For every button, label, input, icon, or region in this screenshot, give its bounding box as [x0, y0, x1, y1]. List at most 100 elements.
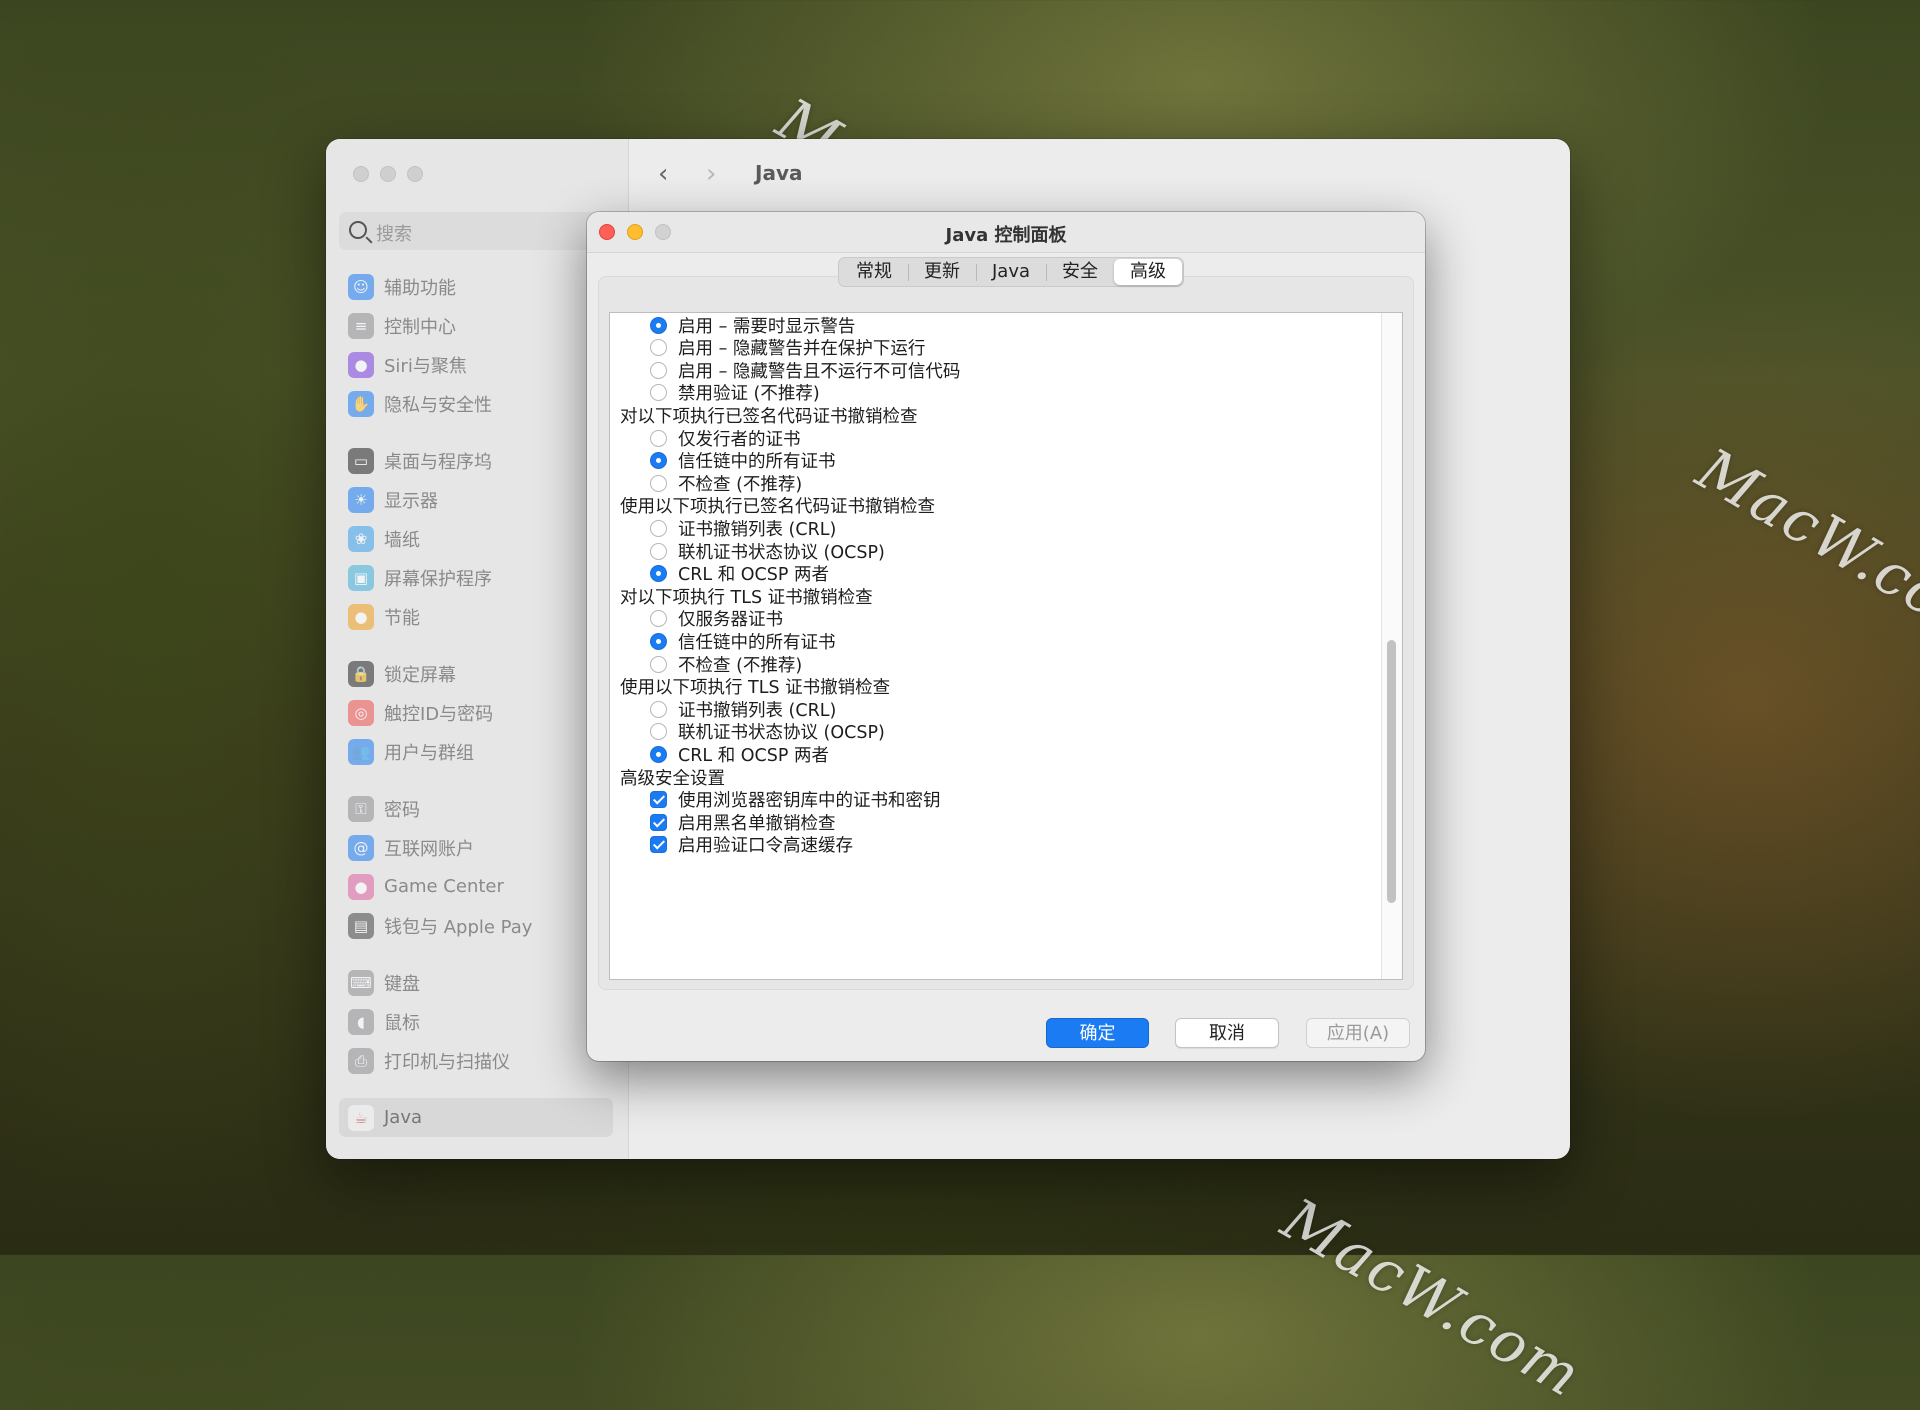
lock-icon: 🔒 [348, 660, 374, 687]
ok-button[interactable]: 确定 [1046, 1018, 1149, 1048]
sidebar-item-label: 辅助功能 [384, 277, 456, 299]
sidebar-item[interactable]: @ 互联网账户 [326, 828, 628, 867]
radio-button[interactable] [650, 316, 667, 334]
advanced-settings-list[interactable]: 启用 – 需要时显示警告 启用 – 隐藏警告并在保护下运行 启用 – 隐藏警告且不运… [609, 312, 1403, 980]
search-placeholder: 搜索 [376, 224, 412, 245]
tab-bar: 常规 更新 Java 安全 高级 [838, 257, 1185, 287]
cancel-button[interactable]: 取消 [1175, 1018, 1279, 1048]
checkbox[interactable] [650, 813, 667, 831]
printer-icon: ⎙ [348, 1047, 374, 1074]
sidebar-item[interactable]: ☀ 显示器 [326, 480, 628, 519]
sidebar-item[interactable]: ● 节能 [326, 597, 628, 636]
checkbox[interactable] [650, 791, 667, 809]
fingerprint-icon: ◎ [348, 699, 374, 726]
desktop-dock-icon: ▭ [348, 447, 374, 474]
checkbox[interactable] [650, 836, 667, 854]
radio-button[interactable] [650, 565, 667, 583]
key-icon: ⚿ [348, 795, 374, 822]
sidebar-item-label: 密码 [384, 799, 420, 821]
sidebar-item[interactable]: ◎ 触控ID与密码 [326, 693, 628, 732]
sidebar-item-label: 钱包与 Apple Pay [384, 916, 533, 938]
hand-icon: ✋ [348, 390, 374, 417]
tab[interactable]: 安全 [1046, 259, 1114, 285]
radio-button[interactable] [650, 474, 667, 492]
screensaver-icon: ▣ [348, 564, 374, 591]
dialog-title: Java 控制面板 [945, 225, 1067, 246]
sidebar-item-label: 用户与群组 [384, 742, 474, 764]
sidebar-item-label: 触控ID与密码 [384, 703, 494, 725]
sidebar-item-label: 桌面与程序坞 [384, 451, 492, 473]
sidebar-item-label: 打印机与扫描仪 [384, 1051, 510, 1073]
java-control-panel-dialog: Java 控制面板 常规 更新 Java 安全 高级 启用 – 需要时显示警告 启用 – … [587, 212, 1425, 1061]
tab[interactable]: 常规 [840, 259, 908, 285]
dialog-titlebar: Java 控制面板 [587, 212, 1425, 253]
radio-button[interactable] [650, 610, 667, 628]
sidebar-item-label: 互联网账户 [384, 838, 474, 860]
radio-button[interactable] [650, 361, 667, 379]
radio-button[interactable] [650, 384, 667, 402]
tab[interactable]: 高级 [1114, 259, 1183, 285]
sidebar-item[interactable]: ⌨ 键盘 [326, 963, 628, 1002]
sidebar-item-label: Siri与聚焦 [384, 355, 467, 377]
search-icon [349, 221, 367, 239]
radio-button[interactable] [650, 339, 667, 357]
radio-button[interactable] [650, 452, 667, 470]
window-controls [353, 166, 423, 182]
minimize-button[interactable] [380, 166, 396, 182]
radio-button[interactable] [650, 542, 667, 560]
apply-button[interactable]: 应用(A) [1306, 1018, 1410, 1048]
watermark: MacW.com [1686, 435, 1920, 661]
radio-button[interactable] [650, 655, 667, 673]
sidebar-item-label: 显示器 [384, 490, 438, 512]
at-icon: @ [348, 834, 374, 861]
mouse-icon: ◖ [348, 1008, 374, 1035]
sidebar-item-label: 隐私与安全性 [384, 394, 492, 416]
radio-button[interactable] [650, 700, 667, 718]
toolbar: ‹ › Java [628, 139, 1570, 209]
tab[interactable]: Java [976, 259, 1046, 285]
sidebar-item[interactable]: ⚿ 密码 [326, 789, 628, 828]
radio-button[interactable] [650, 745, 667, 763]
sidebar-item[interactable]: 👥 用户与群组 [326, 732, 628, 771]
sidebar-item[interactable]: ✋ 隐私与安全性 [326, 384, 628, 423]
sidebar-item[interactable]: 🔒 锁定屏幕 [326, 654, 628, 693]
users-icon: 👥 [348, 738, 374, 765]
sidebar: 搜索 ☺ 辅助功能 ≡ 控制中心 ● Siri与聚焦 ✋ 隐私与安全性 ▭ 桌面与程序坞 ☀ 显示器 ❀… [326, 139, 639, 1159]
sidebar-item[interactable]: ▣ 屏幕保护程序 [326, 558, 628, 597]
back-button[interactable]: ‹ [658, 159, 668, 189]
zoom-button[interactable] [407, 166, 423, 182]
sidebar-item[interactable]: ◖ 鼠标 [326, 1002, 628, 1041]
energy-icon: ● [348, 603, 374, 630]
sidebar-nav: ☺ 辅助功能 ≡ 控制中心 ● Siri与聚焦 ✋ 隐私与安全性 ▭ 桌面与程序坞 ☀ 显示器 ❀ 墙纸 ▣… [326, 267, 628, 1137]
sidebar-item[interactable]: ▤ 钱包与 Apple Pay [326, 906, 628, 945]
sidebar-item[interactable]: ⎙ 打印机与扫描仪 [326, 1041, 628, 1080]
tab[interactable]: 更新 [908, 259, 976, 285]
sidebar-item-java[interactable]: ☕ Java [339, 1098, 613, 1137]
sidebar-item-label: Game Center [384, 876, 504, 897]
sidebar-item-label: 控制中心 [384, 316, 456, 338]
wallet-icon: ▤ [348, 912, 374, 939]
sidebar-item[interactable]: ❀ 墙纸 [326, 519, 628, 558]
close-button[interactable] [353, 166, 369, 182]
sidebar-item[interactable]: ☺ 辅助功能 [326, 267, 628, 306]
sidebar-item-label: 墙纸 [384, 529, 420, 551]
sidebar-item[interactable]: ≡ 控制中心 [326, 306, 628, 345]
display-icon: ☀ [348, 486, 374, 513]
checkbox-option[interactable]: 启用验证口令高速缓存 [650, 831, 853, 859]
sidebar-item[interactable]: ● Siri与聚焦 [326, 345, 628, 384]
scrollbar-thumb[interactable] [1387, 640, 1396, 903]
sidebar-item[interactable]: ● Game Center [326, 867, 628, 906]
sidebar-item[interactable]: ▭ 桌面与程序坞 [326, 441, 628, 480]
wallpaper-icon: ❀ [348, 525, 374, 552]
radio-button[interactable] [650, 632, 667, 650]
radio-button[interactable] [650, 519, 667, 537]
sidebar-item-label: 锁定屏幕 [384, 664, 456, 686]
accessibility-icon: ☺ [348, 273, 374, 300]
forward-button[interactable]: › [706, 159, 716, 189]
watermark: MacW.com [1271, 1185, 1594, 1410]
control-center-icon: ≡ [348, 312, 374, 339]
radio-button[interactable] [650, 723, 667, 741]
scrollbar-track[interactable] [1381, 313, 1402, 979]
keyboard-icon: ⌨ [348, 969, 374, 996]
radio-button[interactable] [650, 429, 667, 447]
